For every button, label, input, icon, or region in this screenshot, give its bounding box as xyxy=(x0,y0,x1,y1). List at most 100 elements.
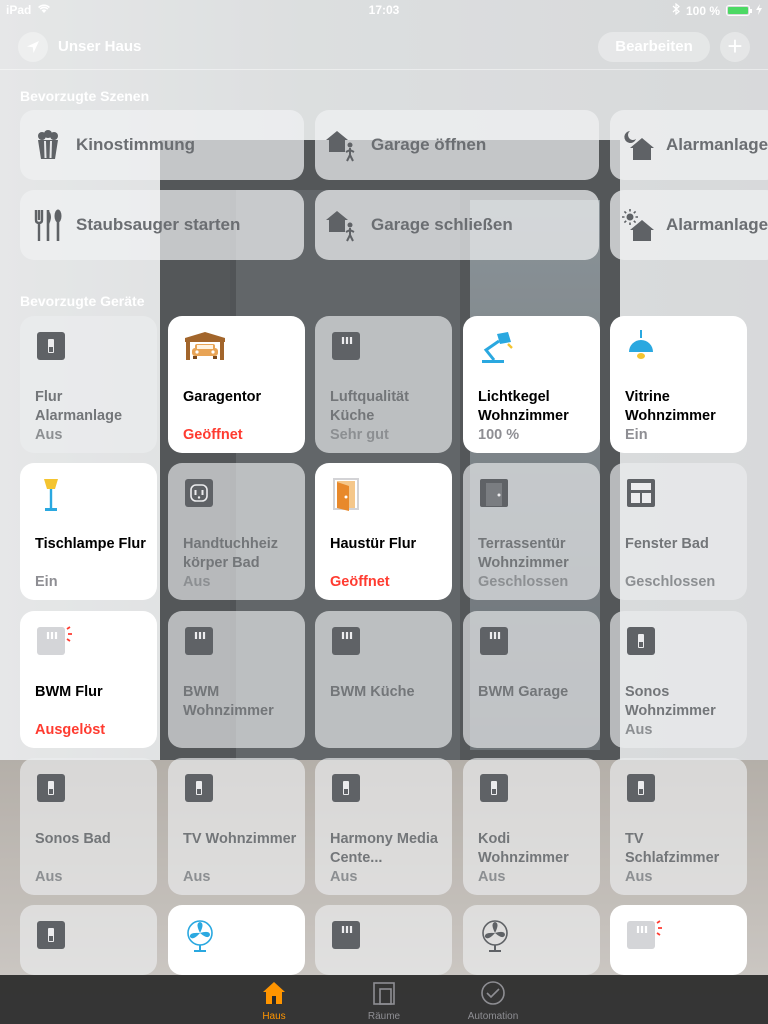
house-person-icon xyxy=(315,190,371,260)
switch-icon xyxy=(35,330,67,362)
device-tile[interactable]: Kodi Wohnzimmer Aus xyxy=(463,758,600,895)
device-status: Geöffnet xyxy=(330,574,390,590)
scene-button[interactable]: Staubsauger starten xyxy=(20,190,304,260)
device-tile[interactable]: BWM Flur Ausgelöst xyxy=(20,611,157,748)
device-name: Flur Alarmanlage xyxy=(35,389,123,424)
home-title[interactable]: Unser Haus xyxy=(58,38,141,55)
device-tile[interactable]: Sonos Wohnzimmer Aus xyxy=(610,611,747,748)
device-tile[interactable]: Tischlampe Flur Ein xyxy=(20,463,157,600)
device-tile[interactable]: Vitrine Wohnzimmer Ein xyxy=(610,316,747,453)
device-tile[interactable]: Sonos Bad Aus xyxy=(20,758,157,895)
scene-button[interactable]: Kinostimmung xyxy=(20,110,304,180)
device-name: Harmony Media Cente... xyxy=(330,831,438,866)
tab-bar: Haus Räume Automation xyxy=(0,975,768,1024)
sensor-icon xyxy=(330,625,362,657)
window-icon xyxy=(625,477,657,509)
switch-icon xyxy=(35,919,67,951)
status-bar: iPad 17:03 100 % xyxy=(0,0,768,20)
device-status: Aus xyxy=(183,574,211,590)
device-tile[interactable]: BWM Wohnzimmer xyxy=(168,611,305,748)
device-name: Fenster Bad xyxy=(625,536,709,552)
scene-button[interactable]: Garage öffnen xyxy=(315,110,599,180)
device-tile[interactable] xyxy=(463,905,600,975)
device-name: Handtuchheiz körper Bad xyxy=(183,536,279,571)
device-status: 100 % xyxy=(478,427,520,443)
desk-lamp-icon xyxy=(478,330,513,363)
navigation-bar: Unser Haus Bearbeiten + xyxy=(0,24,768,70)
battery-icon xyxy=(726,5,752,16)
device-status: Geschlossen xyxy=(478,574,569,590)
device-tile[interactable]: Luftqualität Küche Sehr gut xyxy=(315,316,452,453)
device-status: Ausgelöst xyxy=(35,722,106,738)
scene-label: Garage schließen xyxy=(371,215,513,234)
tab-haus[interactable]: Haus xyxy=(224,977,324,1024)
popcorn-icon xyxy=(20,110,76,180)
scene-label: Staubsauger starten xyxy=(76,215,241,234)
tab-raeume[interactable]: Räume xyxy=(334,977,434,1024)
device-tile[interactable]: Terrassentür Wohnzimmer Geschlossen xyxy=(463,463,600,600)
device-status: Aus xyxy=(625,869,653,885)
scene-button[interactable]: Alarmanlage xyxy=(610,110,768,180)
garage-icon xyxy=(183,330,225,362)
device-tile[interactable]: Flur Alarmanlage Aus xyxy=(20,316,157,453)
location-button[interactable] xyxy=(18,32,48,62)
clock-icon xyxy=(481,981,505,1005)
device-tile[interactable] xyxy=(20,905,157,975)
scene-label: Garage öffnen xyxy=(371,135,487,154)
switch-icon xyxy=(35,772,67,804)
door-closed-icon xyxy=(478,477,510,509)
motion-sensor-icon xyxy=(35,625,72,657)
device-tile[interactable]: BWM Küche xyxy=(315,611,452,748)
add-button[interactable]: + xyxy=(720,32,750,62)
device-status: Aus xyxy=(35,869,63,885)
fan-icon xyxy=(478,919,510,952)
device-name: Lichtkegel Wohnzimmer xyxy=(478,389,569,424)
device-tile[interactable]: TV Wohnzimmer Aus xyxy=(168,758,305,895)
device-status: Geöffnet xyxy=(183,427,243,443)
rooms-icon xyxy=(373,982,395,1005)
switch-icon xyxy=(478,772,510,804)
device-tile[interactable]: Harmony Media Cente... Aus xyxy=(315,758,452,895)
house-moon-icon xyxy=(610,110,666,180)
tab-label: Automation xyxy=(467,1011,519,1022)
device-status: Aus xyxy=(35,427,63,443)
house-icon xyxy=(263,982,285,1004)
device-name: BWM Flur xyxy=(35,684,103,700)
device-tile[interactable]: BWM Garage xyxy=(463,611,600,748)
device-status: Ein xyxy=(35,574,58,590)
device-tile[interactable]: Haustür Flur Geöffnet xyxy=(315,463,452,600)
fork-knife-icon xyxy=(20,190,76,260)
outlet-icon xyxy=(183,477,215,509)
scene-button[interactable]: Garage schließen xyxy=(315,190,599,260)
device-status: Aus xyxy=(625,722,653,738)
sensor-icon xyxy=(183,625,215,657)
tab-automation[interactable]: Automation xyxy=(443,977,543,1024)
door-open-icon xyxy=(330,477,362,511)
device-tile[interactable] xyxy=(168,905,305,975)
device-name: TV Wohnzimmer xyxy=(183,831,297,847)
switch-icon xyxy=(330,772,362,804)
pendant-lamp-icon xyxy=(625,330,657,362)
motion-sensor-icon xyxy=(625,919,662,951)
device-status: Aus xyxy=(478,869,506,885)
device-name: Garagentor xyxy=(183,389,262,405)
device-name: Sonos Wohnzimmer xyxy=(625,684,716,719)
device-status: Sehr gut xyxy=(330,427,389,443)
device-tile[interactable]: Garagentor Geöffnet xyxy=(168,316,305,453)
floor-lamp-icon xyxy=(35,477,67,511)
tab-label: Haus xyxy=(262,1011,286,1022)
device-name: BWM Küche xyxy=(330,684,415,700)
scene-button[interactable]: Alarmanlage xyxy=(610,190,768,260)
sensor-icon xyxy=(330,919,362,951)
device-tile[interactable] xyxy=(610,905,747,975)
switch-icon xyxy=(625,625,657,657)
device-tile[interactable]: Handtuchheiz körper Bad Aus xyxy=(168,463,305,600)
device-tile[interactable]: Fenster Bad Geschlossen xyxy=(610,463,747,600)
sensor-icon xyxy=(330,330,362,362)
device-tile[interactable]: TV Schlafzimmer Aus xyxy=(610,758,747,895)
devices-section-title: Bevorzugte Geräte xyxy=(20,293,145,309)
edit-button[interactable]: Bearbeiten xyxy=(598,32,710,62)
device-tile[interactable]: Lichtkegel Wohnzimmer 100 % xyxy=(463,316,600,453)
bluetooth-icon xyxy=(672,2,680,18)
device-tile[interactable] xyxy=(315,905,452,975)
